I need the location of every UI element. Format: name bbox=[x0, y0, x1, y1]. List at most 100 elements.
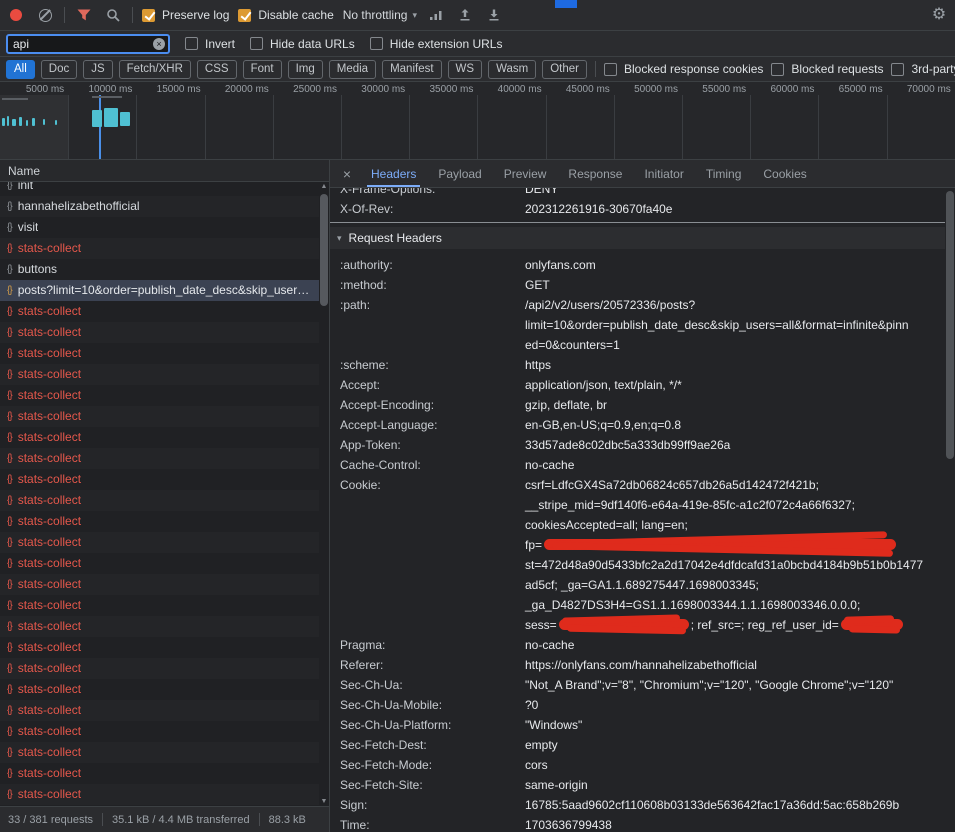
request-name: posts?limit=10&order=publish_date_desc&s… bbox=[18, 280, 310, 301]
request-row[interactable]: {}stats-collect bbox=[0, 469, 319, 490]
request-row[interactable]: {}init bbox=[0, 182, 319, 196]
request-row[interactable]: {}stats-collect bbox=[0, 574, 319, 595]
request-row[interactable]: {}visit bbox=[0, 217, 319, 238]
request-row[interactable]: {}stats-collect bbox=[0, 406, 319, 427]
header-name: Accept-Language: bbox=[330, 415, 525, 435]
scrollbar-thumb[interactable] bbox=[320, 194, 328, 306]
scroll-down-icon[interactable]: ▼ bbox=[319, 798, 329, 805]
import-har-button[interactable] bbox=[455, 4, 475, 26]
request-row[interactable]: {}stats-collect bbox=[0, 763, 319, 784]
details-scrollbar[interactable] bbox=[945, 188, 955, 832]
request-row[interactable]: {}stats-collect bbox=[0, 616, 319, 637]
timeline-label: 55000 ms bbox=[684, 84, 746, 95]
json-file-icon: {} bbox=[7, 490, 12, 511]
disable-cache-checkbox[interactable]: Disable cache bbox=[238, 8, 333, 22]
request-row[interactable]: {}stats-collect bbox=[0, 784, 319, 805]
filter-type-css[interactable]: CSS bbox=[197, 60, 237, 79]
tab-headers[interactable]: Headers bbox=[360, 160, 427, 187]
hide-data-urls-checkbox[interactable]: Hide data URLs bbox=[250, 37, 355, 51]
request-row[interactable]: {}stats-collect bbox=[0, 427, 319, 448]
filter-type-img[interactable]: Img bbox=[288, 60, 323, 79]
third-party-requests-checkbox[interactable]: 3rd-party requests bbox=[891, 62, 955, 76]
request-row[interactable]: {}stats-collect bbox=[0, 742, 319, 763]
network-conditions-button[interactable] bbox=[426, 4, 446, 26]
tab-cookies[interactable]: Cookies bbox=[752, 160, 817, 187]
checkbox-icon bbox=[250, 37, 263, 50]
request-details-pane: × HeadersPayloadPreviewResponseInitiator… bbox=[330, 160, 955, 832]
request-list-scrollbar[interactable]: ▲ ▼ bbox=[319, 182, 329, 806]
timeline-gridline bbox=[136, 95, 137, 159]
checkbox-icon bbox=[370, 37, 383, 50]
clear-input-icon[interactable]: × bbox=[153, 38, 165, 50]
request-row[interactable]: {}stats-collect bbox=[0, 322, 319, 343]
request-row[interactable]: {}stats-collect bbox=[0, 364, 319, 385]
hide-extension-urls-checkbox[interactable]: Hide extension URLs bbox=[370, 37, 503, 51]
json-file-icon: {} bbox=[7, 679, 12, 700]
header-value: https bbox=[525, 355, 945, 375]
request-row[interactable]: {}stats-collect bbox=[0, 490, 319, 511]
tab-initiator[interactable]: Initiator bbox=[633, 160, 694, 187]
filter-type-fetch-xhr[interactable]: Fetch/XHR bbox=[119, 60, 191, 79]
request-row[interactable]: {}stats-collect bbox=[0, 553, 319, 574]
request-row[interactable]: {}stats-collect bbox=[0, 637, 319, 658]
header-row: X-Of-Rev:202312261916-30670fa40e bbox=[330, 199, 945, 219]
header-value: same-origin bbox=[525, 775, 945, 795]
filter-type-all[interactable]: All bbox=[6, 60, 35, 79]
request-row[interactable]: {}stats-collect bbox=[0, 679, 319, 700]
tab-preview[interactable]: Preview bbox=[493, 160, 558, 187]
overview-timeline[interactable]: 5000 ms10000 ms15000 ms20000 ms25000 ms3… bbox=[0, 82, 955, 160]
filter-type-other[interactable]: Other bbox=[542, 60, 587, 79]
throttling-dropdown[interactable]: No throttling ▾ bbox=[343, 8, 417, 22]
request-row[interactable]: {}stats-collect bbox=[0, 658, 319, 679]
upload-icon bbox=[458, 8, 472, 22]
request-row[interactable]: {}stats-collect bbox=[0, 238, 319, 259]
header-name: Sign: bbox=[330, 795, 525, 815]
filter-input[interactable] bbox=[6, 34, 170, 54]
request-row[interactable]: {}stats-collect bbox=[0, 301, 319, 322]
request-row[interactable]: {}stats-collect bbox=[0, 448, 319, 469]
overview-selected-window[interactable] bbox=[0, 95, 68, 159]
scrollbar-thumb[interactable] bbox=[946, 191, 954, 459]
filter-type-js[interactable]: JS bbox=[83, 60, 112, 79]
filter-type-ws[interactable]: WS bbox=[448, 60, 483, 79]
blocked-response-cookies-checkbox[interactable]: Blocked response cookies bbox=[604, 62, 763, 76]
request-row[interactable]: {}hannahelizabethofficial bbox=[0, 196, 319, 217]
tab-payload[interactable]: Payload bbox=[427, 160, 492, 187]
filter-type-font[interactable]: Font bbox=[243, 60, 282, 79]
request-headers-section[interactable]: ▾Request Headers bbox=[330, 227, 945, 249]
close-details-icon[interactable]: × bbox=[334, 160, 360, 187]
scroll-up-icon[interactable]: ▲ bbox=[319, 183, 329, 190]
filter-type-wasm[interactable]: Wasm bbox=[488, 60, 536, 79]
preserve-log-checkbox[interactable]: Preserve log bbox=[142, 8, 229, 22]
header-row: Sec-Ch-Ua:"Not_A Brand";v="8", "Chromium… bbox=[330, 675, 945, 695]
request-row[interactable]: {}stats-collect bbox=[0, 532, 319, 553]
tab-response[interactable]: Response bbox=[557, 160, 633, 187]
request-row[interactable]: {}stats-collect bbox=[0, 721, 319, 742]
invert-checkbox[interactable]: Invert bbox=[185, 37, 235, 51]
request-row[interactable]: {}stats-collect bbox=[0, 511, 319, 532]
settings-button[interactable]: ⚙ bbox=[929, 4, 949, 26]
request-row[interactable]: {}stats-collect bbox=[0, 700, 319, 721]
request-name: stats-collect bbox=[18, 721, 81, 742]
tab-timing[interactable]: Timing bbox=[695, 160, 753, 187]
filter-type-media[interactable]: Media bbox=[329, 60, 376, 79]
record-button[interactable] bbox=[6, 4, 26, 26]
blocked-requests-checkbox[interactable]: Blocked requests bbox=[771, 62, 883, 76]
header-name: :path: bbox=[330, 295, 525, 315]
request-row[interactable]: {}buttons bbox=[0, 259, 319, 280]
timeline-gridline bbox=[409, 95, 410, 159]
transferred-size: 35.1 kB / 4.4 MB transferred bbox=[112, 814, 250, 826]
clear-network-log-button[interactable] bbox=[35, 4, 55, 26]
request-row[interactable]: {}posts?limit=10&order=publish_date_desc… bbox=[0, 280, 319, 301]
filter-type-manifest[interactable]: Manifest bbox=[382, 60, 441, 79]
request-row[interactable]: {}stats-collect bbox=[0, 385, 319, 406]
json-file-icon: {} bbox=[7, 364, 12, 385]
timeline-label: 45000 ms bbox=[548, 84, 610, 95]
filter-toggle-button[interactable] bbox=[74, 4, 94, 26]
export-har-button[interactable] bbox=[484, 4, 504, 26]
search-button[interactable] bbox=[103, 4, 123, 26]
name-column-header[interactable]: Name bbox=[0, 160, 329, 182]
request-row[interactable]: {}stats-collect bbox=[0, 595, 319, 616]
filter-type-doc[interactable]: Doc bbox=[41, 60, 77, 79]
request-row[interactable]: {}stats-collect bbox=[0, 343, 319, 364]
